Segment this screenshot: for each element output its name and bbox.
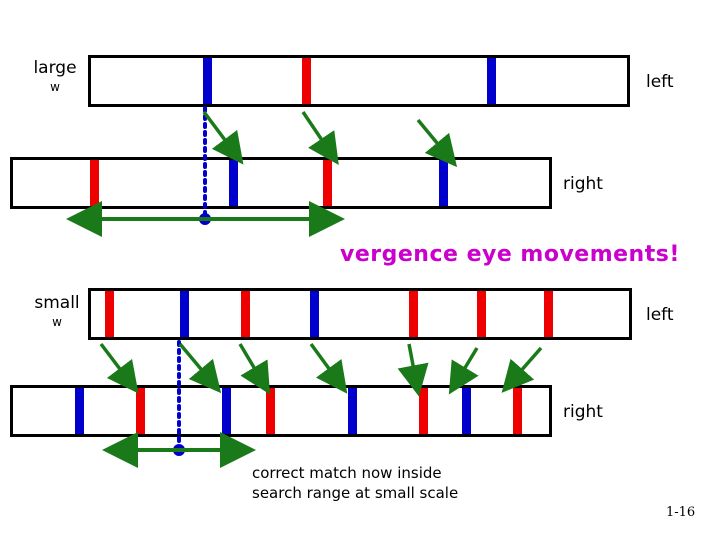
large-left-label: left — [646, 72, 674, 92]
small-left-bar — [88, 288, 632, 340]
large-scale-sublabel: w — [50, 80, 60, 94]
small-right-tick-red-4 — [513, 388, 522, 434]
small-left-tick-red-4 — [477, 291, 486, 337]
large-left-tick-red-1 — [302, 58, 311, 104]
small-left-tick-blue-1 — [180, 291, 189, 337]
small-right-tick-blue-1 — [75, 388, 84, 434]
large-left-bar — [88, 55, 630, 107]
caption-line-1: correct match now inside — [252, 464, 442, 482]
large-right-tick-blue-1 — [229, 160, 238, 206]
small-left-tick-red-5 — [544, 291, 553, 337]
small-right-bar — [10, 385, 552, 437]
large-right-label: right — [563, 174, 603, 194]
small-left-tick-red-1 — [105, 291, 114, 337]
small-right-tick-blue-4 — [462, 388, 471, 434]
small-left-tick-red-3 — [409, 291, 418, 337]
small-right-label: right — [563, 402, 603, 422]
small-scale-label: small — [34, 293, 80, 313]
caption-line-2: search range at small scale — [252, 484, 459, 502]
slide: large w left right vergence eye movement… — [0, 0, 720, 540]
large-left-tick-blue-1 — [203, 58, 212, 104]
large-right-tick-red-1 — [90, 160, 99, 206]
page-number: 1-16 — [666, 505, 696, 520]
small-right-tick-red-3 — [419, 388, 428, 434]
large-right-tick-blue-2 — [439, 160, 448, 206]
small-match-arrows — [99, 342, 543, 397]
small-right-tick-red-1 — [136, 388, 145, 434]
small-scale-sublabel: w — [52, 315, 62, 329]
small-left-tick-blue-2 — [310, 291, 319, 337]
large-right-tick-red-2 — [323, 160, 332, 206]
large-scale-label: large — [33, 58, 77, 78]
large-left-tick-blue-2 — [487, 58, 496, 104]
small-right-tick-blue-2 — [222, 388, 231, 434]
small-right-tick-red-2 — [266, 388, 275, 434]
large-right-bar — [10, 157, 552, 209]
small-right-tick-blue-3 — [348, 388, 357, 434]
small-left-label: left — [646, 305, 674, 325]
vergence-title: vergence eye movements! — [340, 242, 680, 267]
large-match-arrows — [202, 110, 458, 168]
small-left-tick-red-2 — [241, 291, 250, 337]
